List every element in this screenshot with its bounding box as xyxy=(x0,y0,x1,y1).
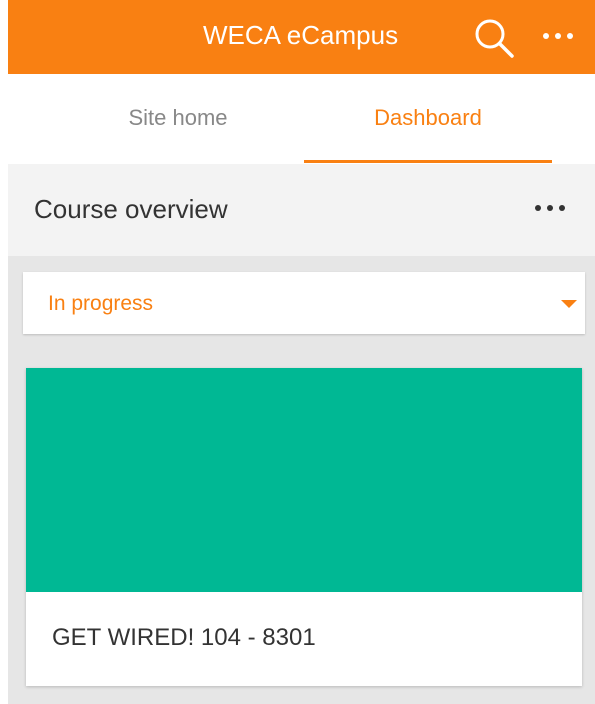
course-filter-select[interactable]: In progress xyxy=(23,272,585,334)
course-overview-header: Course overview xyxy=(8,164,595,256)
tab-dashboard[interactable]: Dashboard xyxy=(304,74,552,164)
course-overview-title: Course overview xyxy=(34,194,228,224)
tab-bar: Site home Dashboard xyxy=(8,74,595,164)
course-overview-content: In progress GET WIRED! 104 - 8301 xyxy=(8,256,595,704)
app-title: WECA eCampus xyxy=(203,20,399,50)
course-image xyxy=(26,368,582,592)
caret-down-icon xyxy=(561,300,577,308)
course-name: GET WIRED! 104 - 8301 xyxy=(52,624,316,651)
active-tab-indicator xyxy=(304,160,552,163)
app-header: WECA eCampus xyxy=(8,0,595,74)
search-button[interactable] xyxy=(470,14,518,62)
search-icon xyxy=(475,19,514,58)
course-card[interactable]: GET WIRED! 104 - 8301 xyxy=(26,368,582,686)
course-filter-value: In progress xyxy=(48,292,154,315)
more-options-button[interactable] xyxy=(536,22,580,50)
tab-site-home[interactable]: Site home xyxy=(78,74,278,164)
course-overview-more-button[interactable] xyxy=(530,194,570,222)
more-options-icon xyxy=(535,205,565,211)
more-options-icon xyxy=(543,33,573,39)
app-frame: WECA eCampus Site home Dashboard Course … xyxy=(0,0,595,704)
